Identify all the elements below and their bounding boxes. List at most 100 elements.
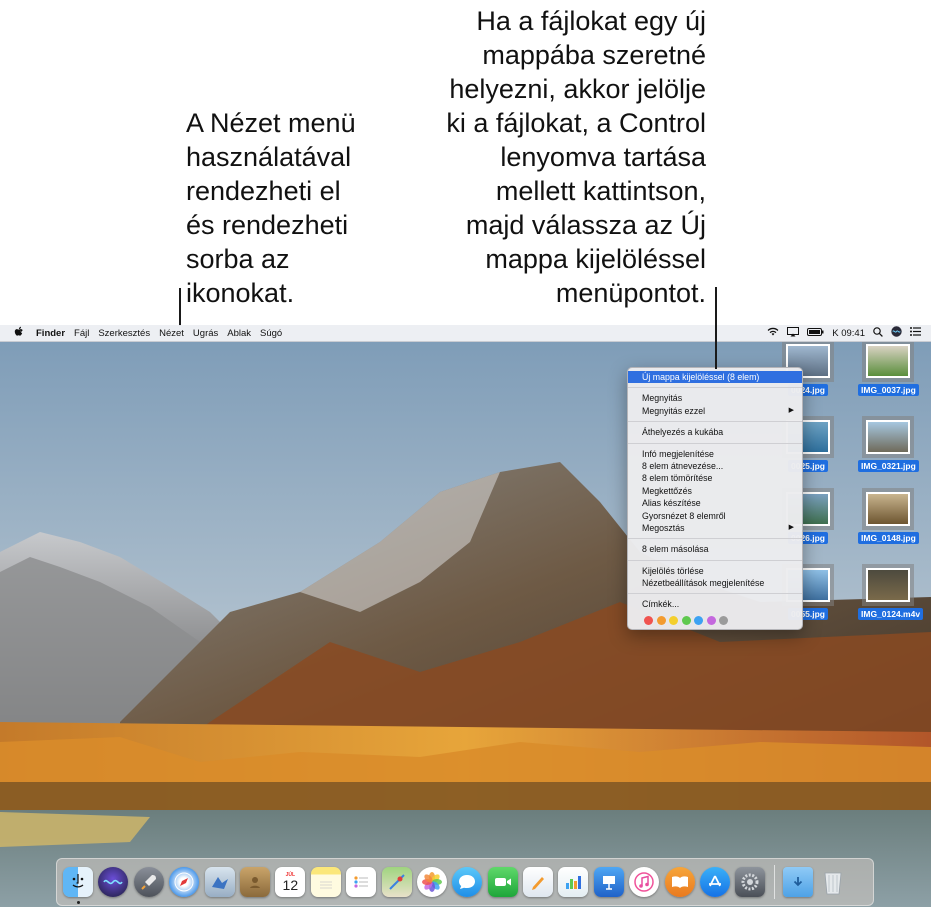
desktop-file[interactable]: IMG_0037.jpg — [858, 344, 919, 398]
file-name: IMG_0321.jpg — [858, 460, 919, 472]
menu-item-duplicate[interactable]: Megkettőzés — [628, 485, 802, 497]
battery-icon[interactable] — [807, 327, 824, 339]
file-name: IMG_0037.jpg — [858, 384, 919, 396]
callout-line: mellett kattintson, — [495, 176, 706, 206]
running-indicator — [76, 901, 80, 904]
desktop-file[interactable]: IMG_0321.jpg — [858, 420, 919, 474]
launchpad-icon[interactable] — [133, 867, 164, 897]
tag-orange-dot[interactable] — [656, 615, 666, 625]
menu-finder[interactable]: Finder — [36, 328, 65, 339]
messages-icon[interactable] — [452, 867, 483, 897]
menu-item-new-folder-with-selection[interactable]: Új mappa kijelöléssel (8 elem) — [628, 371, 802, 384]
apple-menu-icon[interactable] — [14, 326, 24, 341]
menu-item-tags[interactable]: Címkék... — [628, 598, 802, 610]
desktop-file[interactable]: IMG_0148.jpg — [858, 492, 919, 546]
menu-item-open-with[interactable]: Megnyitás ezzel ▶ — [628, 405, 802, 417]
trash-icon[interactable] — [818, 867, 848, 897]
siri-menu-icon[interactable] — [891, 326, 902, 340]
menu-separator — [628, 387, 802, 389]
menu-item-clear-selection[interactable]: Kijelölés törlése — [628, 565, 802, 577]
calendar-day: 12 — [282, 876, 299, 893]
itunes-icon[interactable] — [629, 867, 660, 897]
menu-bar: Finder Fájl Szerkesztés Nézet Ugrás Abla… — [0, 325, 931, 342]
menu-item-label: Megosztás — [642, 522, 685, 533]
menu-edit[interactable]: Szerkesztés — [98, 328, 150, 339]
safari-icon[interactable] — [169, 867, 200, 897]
menu-window[interactable]: Ablak — [227, 328, 251, 339]
finder-icon[interactable] — [63, 867, 93, 904]
callout-new-folder: Ha a fájlokat egy új mappába szeretné he… — [380, 4, 706, 310]
menu-item-copy[interactable]: 8 elem másolása — [628, 543, 802, 555]
airplay-icon[interactable] — [787, 326, 800, 340]
file-thumbnail — [866, 492, 910, 526]
tag-green-dot[interactable] — [681, 615, 691, 625]
menu-item-quick-look[interactable]: Gyorsnézet 8 elemről — [628, 510, 802, 522]
reminders-icon[interactable] — [346, 867, 377, 897]
file-name: IMG_0124.m4v — [858, 608, 924, 620]
menu-item-get-info[interactable]: Infó megjelenítése — [628, 448, 802, 460]
calendar-icon[interactable]: JÚL 12 — [275, 867, 306, 897]
callout-leader-line — [715, 287, 717, 369]
tag-color-row — [628, 615, 802, 625]
spotlight-search-icon[interactable] — [873, 326, 883, 340]
menu-clock[interactable]: K 09:41 — [832, 328, 865, 339]
callout-leader-line — [179, 288, 181, 326]
callout-line: mappa kijelöléssel — [485, 244, 706, 274]
file-thumbnail — [866, 344, 910, 378]
siri-icon[interactable] — [98, 867, 129, 897]
menu-item-rename[interactable]: 8 elem átnevezése... — [628, 460, 802, 472]
menu-separator — [628, 538, 802, 540]
menu-separator — [628, 421, 802, 423]
pages-icon[interactable] — [523, 867, 554, 897]
maps-icon[interactable] — [381, 867, 412, 897]
file-thumbnail — [866, 420, 910, 454]
menu-help[interactable]: Súgó — [260, 328, 282, 339]
menu-view[interactable]: Nézet — [159, 328, 184, 339]
menu-separator — [628, 559, 802, 561]
menu-item-move-to-trash[interactable]: Áthelyezés a kukába — [628, 426, 802, 438]
tag-blue-dot[interactable] — [694, 615, 703, 625]
menu-file[interactable]: Fájl — [74, 328, 89, 339]
numbers-icon[interactable] — [558, 867, 589, 897]
file-name: IMG_0148.jpg — [858, 532, 919, 544]
menu-go[interactable]: Ugrás — [193, 328, 218, 339]
menu-separator — [628, 442, 802, 444]
tag-gray-dot[interactable] — [719, 615, 728, 625]
wifi-icon[interactable] — [767, 327, 779, 339]
file-thumbnail — [866, 568, 910, 602]
tag-red-dot[interactable] — [644, 615, 653, 625]
menu-item-make-alias[interactable]: Alias készítése — [628, 497, 802, 509]
callout-line: mappába szeretné — [482, 40, 706, 70]
callout-line: ki a fájlokat, a Control — [446, 108, 706, 138]
menu-item-compress[interactable]: 8 elem tömörítése — [628, 472, 802, 484]
dock: JÚL 12 — [56, 858, 874, 906]
menu-item-open[interactable]: Megnyitás — [628, 392, 802, 404]
callout-line: helyezni, akkor jelölje — [449, 74, 706, 104]
facetime-icon[interactable] — [487, 867, 518, 897]
menu-item-label: Megnyitás ezzel — [642, 405, 706, 416]
callout-line: Ha a fájlokat egy új — [476, 6, 706, 36]
system-preferences-icon[interactable] — [735, 867, 766, 897]
keynote-icon[interactable] — [593, 867, 624, 897]
mail-icon[interactable] — [204, 867, 235, 897]
tag-yellow-dot[interactable] — [669, 615, 678, 625]
downloads-folder-icon[interactable] — [782, 867, 813, 897]
desktop-file[interactable]: IMG_0124.m4v — [858, 568, 924, 622]
menu-item-share[interactable]: Megosztás ▶ — [628, 522, 802, 534]
ibooks-icon[interactable] — [664, 867, 695, 897]
submenu-arrow-icon: ▶ — [788, 523, 794, 531]
submenu-arrow-icon: ▶ — [788, 406, 794, 414]
menu-separator — [628, 593, 802, 595]
callout-line: menüpontot. — [555, 278, 706, 308]
notes-icon[interactable] — [310, 867, 341, 897]
callout-line: majd válassza az Új — [465, 210, 706, 240]
menu-item-show-view-options[interactable]: Nézetbeállítások megjelenítése — [628, 577, 802, 589]
notification-center-icon[interactable] — [910, 327, 921, 339]
context-menu: Új mappa kijelöléssel (8 elem) Megnyitás… — [627, 367, 803, 630]
dock-divider — [773, 865, 775, 899]
contacts-icon[interactable] — [239, 867, 270, 897]
app-store-icon[interactable] — [700, 867, 731, 897]
callout-line: lenyomva tartása — [500, 142, 706, 172]
photos-icon[interactable] — [416, 867, 447, 897]
tag-purple-dot[interactable] — [706, 615, 716, 625]
